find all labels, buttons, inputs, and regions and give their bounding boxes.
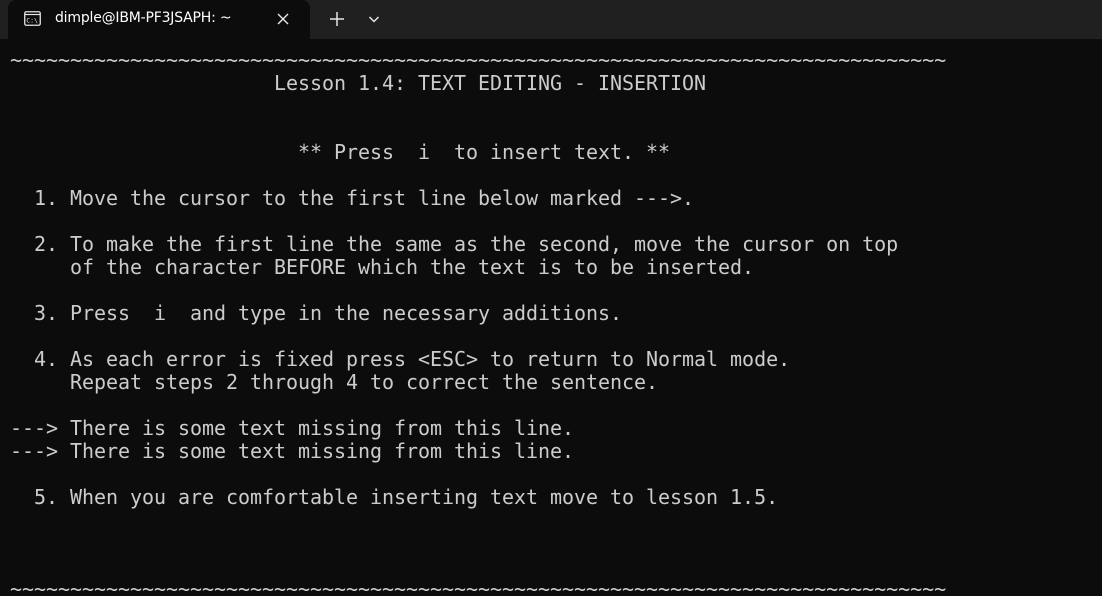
practice-line-2: ---> There is some text missing from thi… <box>10 439 575 463</box>
svg-text:C:\: C:\ <box>26 17 38 25</box>
step-1: 1. Move the cursor to the first line bel… <box>10 186 695 210</box>
step-3: 3. Press i and type in the necessary add… <box>10 301 623 325</box>
step-2-line-2: of the character BEFORE which the text i… <box>10 255 755 279</box>
title-bar: C:\ dimple@IBM-PF3JSAPH: ~ <box>0 0 1102 39</box>
practice-line-1: ---> There is some text missing from thi… <box>10 416 575 440</box>
chevron-down-icon <box>368 16 380 23</box>
terminal-icon: C:\ <box>24 11 41 26</box>
close-icon <box>277 13 289 25</box>
tab-title: dimple@IBM-PF3JSAPH: ~ <box>55 10 232 26</box>
plus-icon <box>330 12 344 26</box>
close-tab-button[interactable] <box>271 8 295 30</box>
step-2-line-1: 2. To make the first line the same as th… <box>10 232 899 256</box>
tab-dropdown-button[interactable] <box>362 7 386 31</box>
terminal-tab[interactable]: C:\ dimple@IBM-PF3JSAPH: ~ <box>8 0 310 39</box>
lesson-tip: ** Press i to insert text. ** <box>10 140 671 164</box>
step-4-line-1: 4. As each error is fixed press <ESC> to… <box>10 347 791 371</box>
step-4-line-2: Repeat steps 2 through 4 to correct the … <box>10 370 659 394</box>
tilde-border-bottom: ~~~~~~~~~~~~~~~~~~~~~~~~~~~~~~~~~~~~~~~~… <box>10 577 947 596</box>
terminal-output[interactable]: ~~~~~~~~~~~~~~~~~~~~~~~~~~~~~~~~~~~~~~~~… <box>0 39 1102 596</box>
step-5: 5. When you are comfortable inserting te… <box>10 485 779 509</box>
new-tab-button[interactable] <box>324 7 350 31</box>
tilde-border-top: ~~~~~~~~~~~~~~~~~~~~~~~~~~~~~~~~~~~~~~~~… <box>10 48 947 72</box>
lesson-heading: Lesson 1.4: TEXT EDITING - INSERTION <box>10 71 707 95</box>
